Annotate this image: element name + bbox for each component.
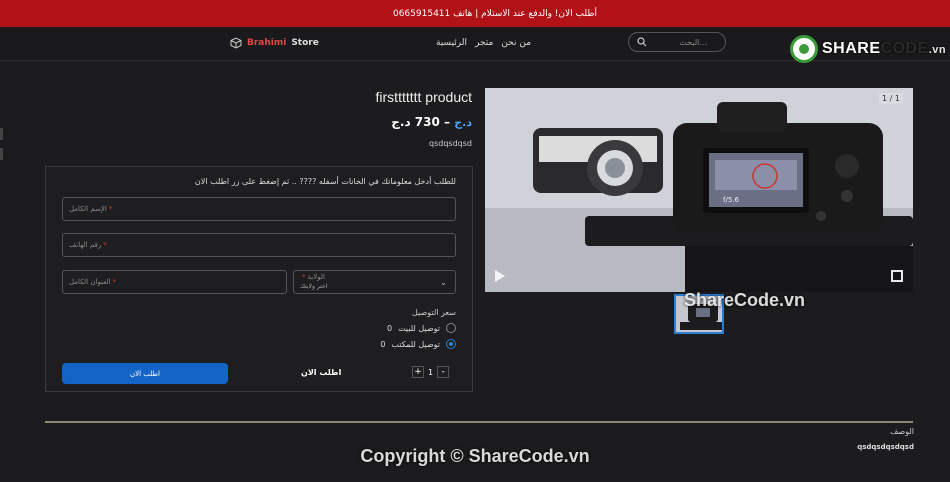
brand-prefix: Brahimi (247, 38, 287, 48)
nav-about[interactable]: من نحن (501, 38, 531, 48)
phone-field[interactable]: رقم الهاتف * (62, 233, 456, 257)
lens-readout: f/5.6 (723, 196, 740, 204)
brand-logo[interactable]: Brahimi Store (230, 37, 319, 49)
old-price: د.ج (454, 116, 472, 129)
nav-links: من نحن متجر الرئيسية (436, 38, 531, 48)
nav-store[interactable]: متجر (475, 38, 493, 48)
full-name-field[interactable]: الإسم الكامل * (62, 197, 456, 221)
state-label: * الولاية (302, 273, 325, 281)
sep: – (439, 115, 451, 129)
search-icon (637, 37, 647, 47)
shipping-office-price: 0 (380, 339, 386, 349)
box-icon (230, 37, 242, 49)
product-price: د.ج – 730 د.ج (390, 115, 472, 129)
radio-office[interactable] (446, 339, 456, 349)
gallery-counter: 1 / 1 (879, 93, 903, 104)
announcement-text: أطلب الان! والدفع عند الاستلام | هاتف 06… (392, 8, 597, 19)
sharecode-logo-icon (790, 35, 818, 63)
search-input[interactable]: البحث... (628, 32, 726, 52)
product-title: firsttttttt product (375, 89, 472, 105)
fullscreen-icon[interactable] (891, 270, 903, 282)
qty-minus-button[interactable]: - (437, 366, 450, 378)
phone-placeholder: رقم الهاتف (69, 241, 102, 249)
watermark-middle: ShareCode.vn (684, 290, 806, 310)
shipping-office-label: توصيل للمكتب (391, 339, 440, 349)
chevron-down-icon: ⌄ (440, 278, 447, 287)
shipping-option-office[interactable]: توصيل للمكتب 0 (380, 339, 456, 349)
copyright-watermark: Copyright © ShareCode.vn (360, 446, 590, 466)
shipping-home-label: توصيل للبيت (398, 323, 440, 333)
radio-home[interactable] (446, 323, 456, 333)
qty-value[interactable]: 1 (428, 368, 433, 377)
state-value: اختر ولايتك (300, 283, 328, 290)
brand-suffix: Store (291, 38, 319, 48)
navbar: Brahimi Store من نحن متجر الرئيسية البحث… (0, 27, 950, 63)
quantity-stepper: + 1 - (412, 366, 450, 378)
shipping-home-price: 0 (386, 323, 393, 333)
current-price: 730 د.ج (391, 115, 440, 129)
play-icon[interactable] (495, 270, 505, 282)
shipping-option-home[interactable]: توصيل للبيت 0 (387, 323, 456, 333)
shipping-title: سعر التوصيل (412, 308, 456, 317)
sharecode-logo: SHARECODE.vn (790, 35, 946, 63)
logo-code: CODE (880, 40, 929, 57)
product-short-description: qsdqsdqsd (429, 139, 472, 148)
announcement-bar: أطلب الان! والدفع عند الاستلام | هاتف 06… (0, 0, 950, 27)
nav-home[interactable]: الرئيسية (436, 38, 467, 48)
logo-share: SHARE (822, 40, 881, 57)
side-scroll-marks (0, 120, 6, 180)
search-placeholder: البحث... (679, 37, 707, 47)
logo-vn: .vn (928, 44, 947, 56)
order-now-button[interactable]: اطلب الان (62, 363, 228, 384)
state-select[interactable]: * الولاية اختر ولايتك ⌄ (293, 270, 456, 294)
qty-plus-button[interactable]: + (412, 366, 424, 378)
section-divider (45, 421, 913, 423)
camera-image: f/5.6 (485, 88, 913, 292)
address-field[interactable]: العنوان الكامل * (62, 270, 287, 294)
order-form: للطلب أدخل معلوماتك في الخانات أسفله ???… (45, 166, 473, 392)
full-name-placeholder: الإسم الكامل (69, 205, 107, 213)
tab-description[interactable]: الوصف (890, 427, 914, 436)
form-instructions: للطلب أدخل معلوماتك في الخانات أسفله ???… (194, 177, 456, 186)
order-now-label: اطلب الان (301, 368, 342, 377)
address-placeholder: العنوان الكامل (69, 278, 111, 286)
product-gallery[interactable]: f/5.6 1 / 1 (485, 88, 913, 292)
